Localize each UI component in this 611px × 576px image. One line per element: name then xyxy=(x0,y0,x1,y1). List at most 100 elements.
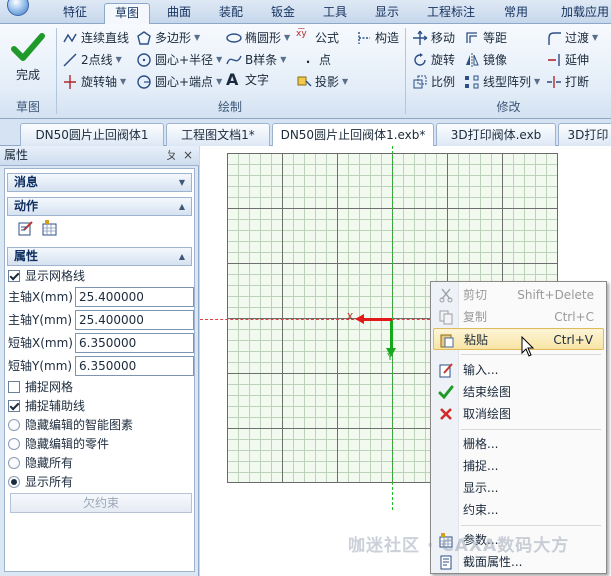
snap-grid-label: 捕捉网格 xyxy=(25,380,74,394)
menu-separator xyxy=(461,429,601,430)
green-check-icon xyxy=(11,33,45,61)
menu-item-label: 复制 xyxy=(463,310,488,324)
break-button[interactable]: 打断 xyxy=(546,72,589,92)
paste-icon xyxy=(440,334,454,348)
formula-icon: x͠y xyxy=(296,29,307,39)
section-properties[interactable]: 属性 ▲ xyxy=(7,247,192,266)
tab-tools[interactable]: 工具 xyxy=(312,3,358,24)
minor-x-input[interactable] xyxy=(75,333,194,353)
mirror-button[interactable]: 镜像 xyxy=(464,50,507,70)
group-title-sketch: 草图 xyxy=(15,100,40,114)
major-y-input[interactable] xyxy=(75,310,194,330)
bspline-button[interactable]: B样条 ▼ xyxy=(226,50,286,70)
menu-item-cancel-drawing[interactable]: 取消绘图 xyxy=(433,403,604,425)
chevron-down-icon: ▼ xyxy=(194,33,201,42)
text-button[interactable]: A 文字 xyxy=(226,70,269,90)
tab-common[interactable]: 常用 xyxy=(494,3,538,24)
tab-addins[interactable]: 加载应用 xyxy=(550,3,611,24)
doc-tab-5[interactable]: 3D打印 xyxy=(558,123,611,146)
tab-assembly[interactable]: 装配 xyxy=(208,3,254,24)
radio-label: 隐藏编辑的零件 xyxy=(25,437,110,451)
construct-button[interactable]: 构造 xyxy=(356,28,399,48)
menu-item-label: 取消绘图 xyxy=(463,407,512,421)
panel-header: 属性 ㄆ × xyxy=(0,146,199,166)
construct-label: 构造 xyxy=(375,31,400,45)
rotate-button[interactable]: 旋转 xyxy=(412,50,455,70)
circle-center-endpoint-button[interactable]: 圆心+端点 ▼ xyxy=(136,72,222,92)
ellipse-button[interactable]: 椭圆形 ▼ xyxy=(226,28,290,48)
tab-sheet-metal[interactable]: 钣金 xyxy=(260,3,306,24)
project-button[interactable]: 投影 ▼ xyxy=(296,72,348,92)
snap-guides-checkbox[interactable]: 捕捉辅助线 xyxy=(8,396,85,416)
chevron-down-icon: ▼ xyxy=(342,77,349,86)
rotate-axis-icon xyxy=(64,75,76,89)
show-grid-checkbox[interactable]: 显示网格线 xyxy=(8,266,85,286)
menu-item-label: 栅格... xyxy=(463,437,499,451)
menu-item-cut[interactable]: 剪切 Shift+Delete xyxy=(433,284,604,306)
text-icon: A xyxy=(226,70,239,89)
mirror-icon xyxy=(466,53,479,67)
menu-item-copy[interactable]: 复制 Ctrl+C xyxy=(433,306,604,328)
circle-center-radius-button[interactable]: 圆心+半径 ▼ xyxy=(136,50,222,70)
radio-hide-all[interactable]: 隐藏所有 xyxy=(8,453,73,473)
move-button[interactable]: 移动 xyxy=(412,28,455,48)
menu-item-input[interactable]: 输入... xyxy=(433,359,604,381)
doc-tab-2[interactable]: 工程图文档1* xyxy=(166,123,270,146)
menu-item-paste[interactable]: 粘贴 Ctrl+V xyxy=(433,328,604,350)
formula-button[interactable]: x͠y 公式 xyxy=(296,28,339,48)
menu-item-display[interactable]: 显示... xyxy=(433,477,604,499)
tab-surface[interactable]: 曲面 xyxy=(156,3,202,24)
point-button[interactable]: · 点 xyxy=(300,50,331,70)
doc-tab-3[interactable]: DN50圆片止回阀体1.exb* xyxy=(272,123,434,146)
ribbon-panel: 完成 草图 连续直线 多边形 ▼ 椭圆形 ▼ x͠y 公式 构造 2点线 ▼ 圆心+半… xyxy=(0,24,611,119)
edit-sketch-icon[interactable] xyxy=(17,219,35,237)
radio-hide-smart-elements[interactable]: 隐藏编辑的智能图素 xyxy=(8,415,133,435)
radio-hide-edited-part[interactable]: 隐藏编辑的零件 xyxy=(8,434,109,454)
offset-icon xyxy=(466,32,477,43)
close-icon[interactable]: × xyxy=(183,146,193,165)
radio-show-all[interactable]: 显示所有 xyxy=(8,472,73,492)
polyline-button[interactable]: 连续直线 xyxy=(62,28,129,48)
fillet-button[interactable]: 过渡 ▼ xyxy=(546,28,598,48)
tab-display[interactable]: 显示 xyxy=(364,3,410,24)
menu-item-constraints[interactable]: 约束... xyxy=(433,499,604,521)
mouse-cursor-icon xyxy=(521,336,535,357)
scale-button[interactable]: 比例 xyxy=(412,72,455,92)
mirror-label: 镜像 xyxy=(483,53,508,67)
section-properties-label: 属性 xyxy=(14,249,39,263)
group-title-draw: 绘制 xyxy=(217,100,242,114)
major-x-input[interactable] xyxy=(75,287,194,307)
minor-y-input[interactable] xyxy=(75,356,194,376)
menu-item-grid[interactable]: 栅格... xyxy=(433,433,604,455)
tab-annotation[interactable]: 工程标注 xyxy=(418,3,484,24)
finish-label: 完成 xyxy=(15,68,40,82)
tab-sketch[interactable]: 草图 xyxy=(104,3,150,25)
menu-item-label: 显示... xyxy=(463,481,499,495)
doc-tab-1[interactable]: DN50圆片止回阀体1 xyxy=(20,123,164,146)
extend-button[interactable]: 延伸 xyxy=(546,50,589,70)
section-messages[interactable]: 消息 ▼ xyxy=(7,173,192,192)
application-menu-button[interactable] xyxy=(0,0,34,24)
section-actions[interactable]: 动作 ▲ xyxy=(7,197,192,216)
menu-item-finish-drawing[interactable]: 结束绘图 xyxy=(433,381,604,403)
rotate-axis-button[interactable]: 旋转轴 ▼ xyxy=(62,72,126,92)
point-icon: · xyxy=(305,55,311,69)
pin-icon[interactable]: ㄆ xyxy=(166,146,177,165)
bspline-icon xyxy=(226,55,242,65)
grid-settings-icon[interactable] xyxy=(41,219,59,237)
tab-features[interactable]: 特征 xyxy=(52,3,98,24)
doc-tab-4[interactable]: 3D打印阀体.exb xyxy=(436,123,556,146)
chevron-down-icon: ▼ xyxy=(280,55,287,64)
offset-button[interactable]: 等距 xyxy=(464,28,507,48)
center-endpoint-label: 圆心+端点 xyxy=(155,75,214,89)
linear-array-label: 线型阵列 xyxy=(483,75,532,89)
linear-array-button[interactable]: 线型阵列 ▼ xyxy=(464,72,540,92)
chevron-down-icon: ▼ xyxy=(284,33,291,42)
polygon-button[interactable]: 多边形 ▼ xyxy=(136,28,200,48)
construct-icon xyxy=(358,32,370,44)
underconstrained-button[interactable]: 欠约束 xyxy=(10,493,192,513)
finish-sketch-button[interactable]: 完成 xyxy=(6,26,50,96)
menu-item-snap[interactable]: 捕捉... xyxy=(433,455,604,477)
snap-grid-checkbox[interactable]: 捕捉网格 xyxy=(8,377,73,397)
two-point-line-button[interactable]: 2点线 ▼ xyxy=(62,50,122,70)
